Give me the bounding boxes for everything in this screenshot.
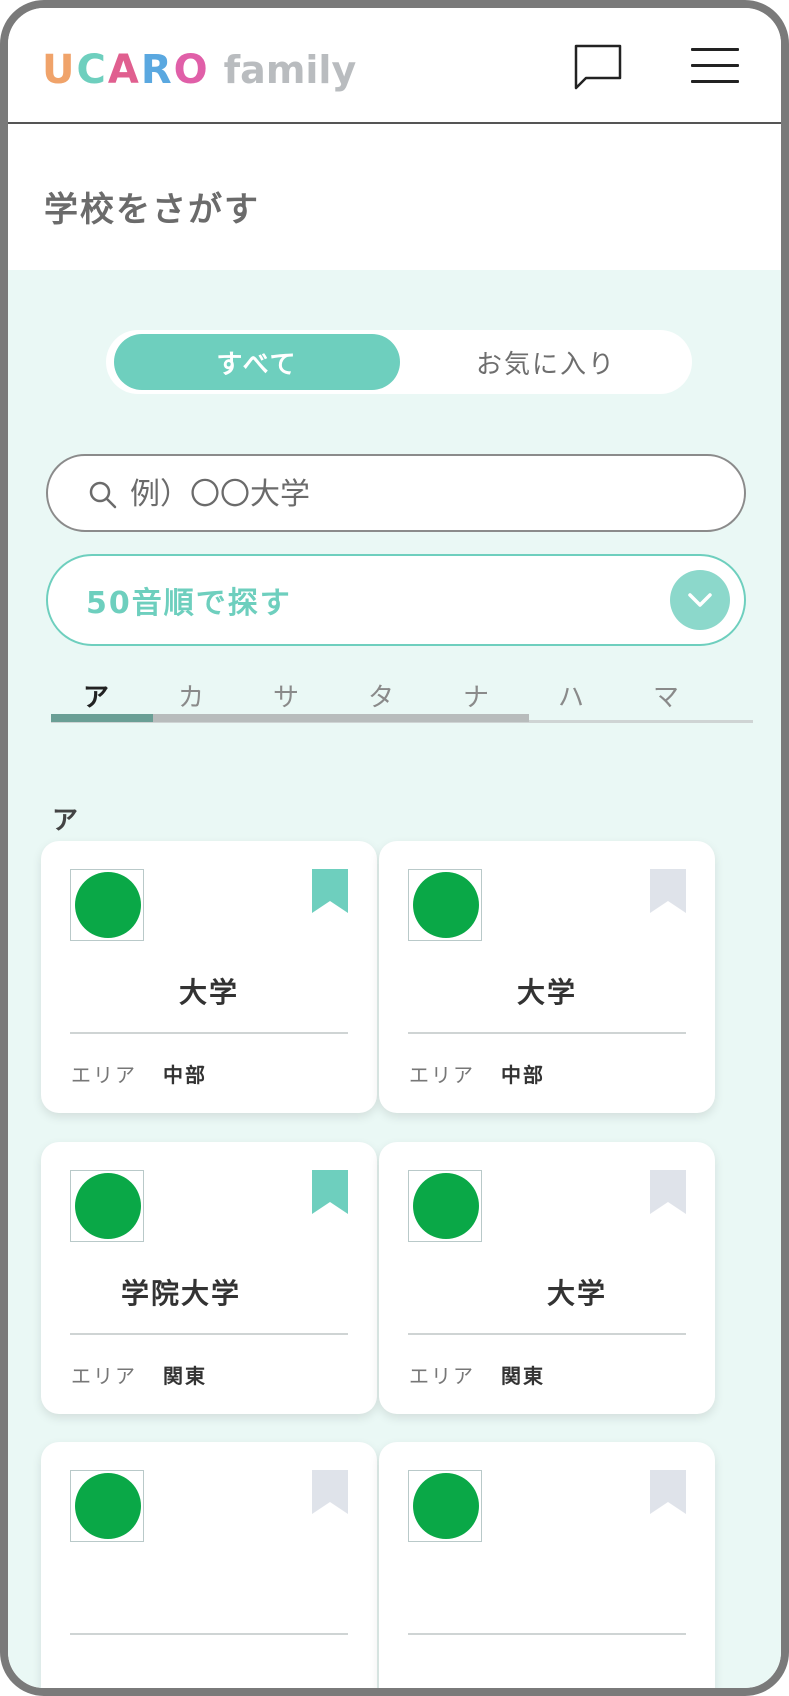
school-card[interactable] bbox=[379, 1442, 715, 1688]
bookmark-icon[interactable] bbox=[650, 1470, 686, 1514]
logo-letter: R bbox=[140, 47, 174, 93]
active-tab-indicator bbox=[51, 714, 153, 722]
chat-bubble-icon[interactable] bbox=[572, 42, 624, 94]
school-logo bbox=[70, 869, 144, 941]
area-label: エリア bbox=[409, 1364, 475, 1388]
bookmark-icon[interactable] bbox=[312, 869, 348, 913]
title-area: 学校をさがす bbox=[8, 124, 781, 270]
school-name: 大学 bbox=[546, 1277, 607, 1310]
logo-circle bbox=[413, 1173, 479, 1239]
area-value: 中部 bbox=[163, 1063, 207, 1087]
logo-circle bbox=[75, 872, 141, 938]
page-title: 学校をさがす bbox=[44, 190, 260, 230]
ucaro-family-logo[interactable]: UCARO family bbox=[42, 46, 356, 94]
card-divider bbox=[70, 1333, 348, 1335]
logo-circle bbox=[75, 1173, 141, 1239]
hamburger-menu-icon[interactable] bbox=[691, 48, 739, 88]
area-label: エリア bbox=[409, 1063, 475, 1087]
card-divider bbox=[70, 1633, 348, 1635]
school-logo bbox=[408, 1170, 482, 1242]
app-header: UCARO family bbox=[8, 8, 781, 124]
filter-favorites-button[interactable]: お気に入り bbox=[406, 334, 686, 390]
school-name: 大学 bbox=[516, 976, 577, 1009]
card-divider bbox=[408, 1633, 686, 1635]
school-logo bbox=[408, 1470, 482, 1542]
card-divider bbox=[70, 1032, 348, 1034]
logo-circle bbox=[413, 872, 479, 938]
filter-all-button[interactable]: すべて bbox=[114, 334, 400, 390]
school-card[interactable]: 大学エリア 中部 bbox=[379, 841, 715, 1113]
logo-letter: C bbox=[76, 47, 108, 93]
kana-order-label: 50音順で探す bbox=[86, 586, 292, 621]
school-name: 学院大学 bbox=[120, 1277, 241, 1310]
school-logo bbox=[70, 1470, 144, 1542]
search-icon bbox=[89, 481, 117, 509]
menu-line bbox=[691, 64, 739, 67]
logo-circle bbox=[75, 1473, 141, 1539]
bookmark-icon[interactable] bbox=[650, 1170, 686, 1214]
search-input[interactable] bbox=[128, 468, 692, 520]
logo-letter: A bbox=[107, 47, 141, 93]
phone-frame: UCARO family 学校をさがす すべて お気に入り 50音順で探す bbox=[0, 0, 789, 1696]
logo-suffix: family bbox=[223, 48, 357, 92]
area-value: 関東 bbox=[501, 1364, 545, 1388]
area-value: 中部 bbox=[501, 1063, 545, 1087]
school-logo bbox=[408, 869, 482, 941]
filter-toggle: すべて お気に入り bbox=[106, 330, 692, 394]
logo-letter: O bbox=[173, 47, 210, 93]
area-value: 関東 bbox=[163, 1364, 207, 1388]
bookmark-icon[interactable] bbox=[312, 1170, 348, 1214]
school-name: 大学 bbox=[178, 976, 239, 1009]
logo-letter: U bbox=[42, 47, 77, 93]
chevron-down-icon bbox=[670, 570, 730, 630]
kana-order-dropdown[interactable]: 50音順で探す bbox=[46, 554, 746, 646]
school-logo bbox=[70, 1170, 144, 1242]
area-label: エリア bbox=[71, 1063, 137, 1087]
bookmark-icon[interactable] bbox=[312, 1470, 348, 1514]
school-card[interactable]: 大学エリア 中部 bbox=[41, 841, 377, 1113]
menu-line bbox=[691, 48, 739, 51]
section-heading: ア bbox=[52, 806, 79, 836]
logo-letters: UCARO bbox=[42, 47, 210, 93]
menu-line bbox=[691, 80, 739, 83]
school-card[interactable]: 大学エリア 関東 bbox=[379, 1142, 715, 1414]
school-card[interactable] bbox=[41, 1442, 377, 1688]
school-card[interactable]: 学院大学エリア 関東 bbox=[41, 1142, 377, 1414]
area-label: エリア bbox=[71, 1364, 137, 1388]
kana-tabs: アカサタナハマ bbox=[46, 660, 752, 740]
search-box bbox=[46, 454, 746, 532]
card-divider bbox=[408, 1333, 686, 1335]
card-divider bbox=[408, 1032, 686, 1034]
bookmark-icon[interactable] bbox=[650, 869, 686, 913]
logo-circle bbox=[413, 1473, 479, 1539]
